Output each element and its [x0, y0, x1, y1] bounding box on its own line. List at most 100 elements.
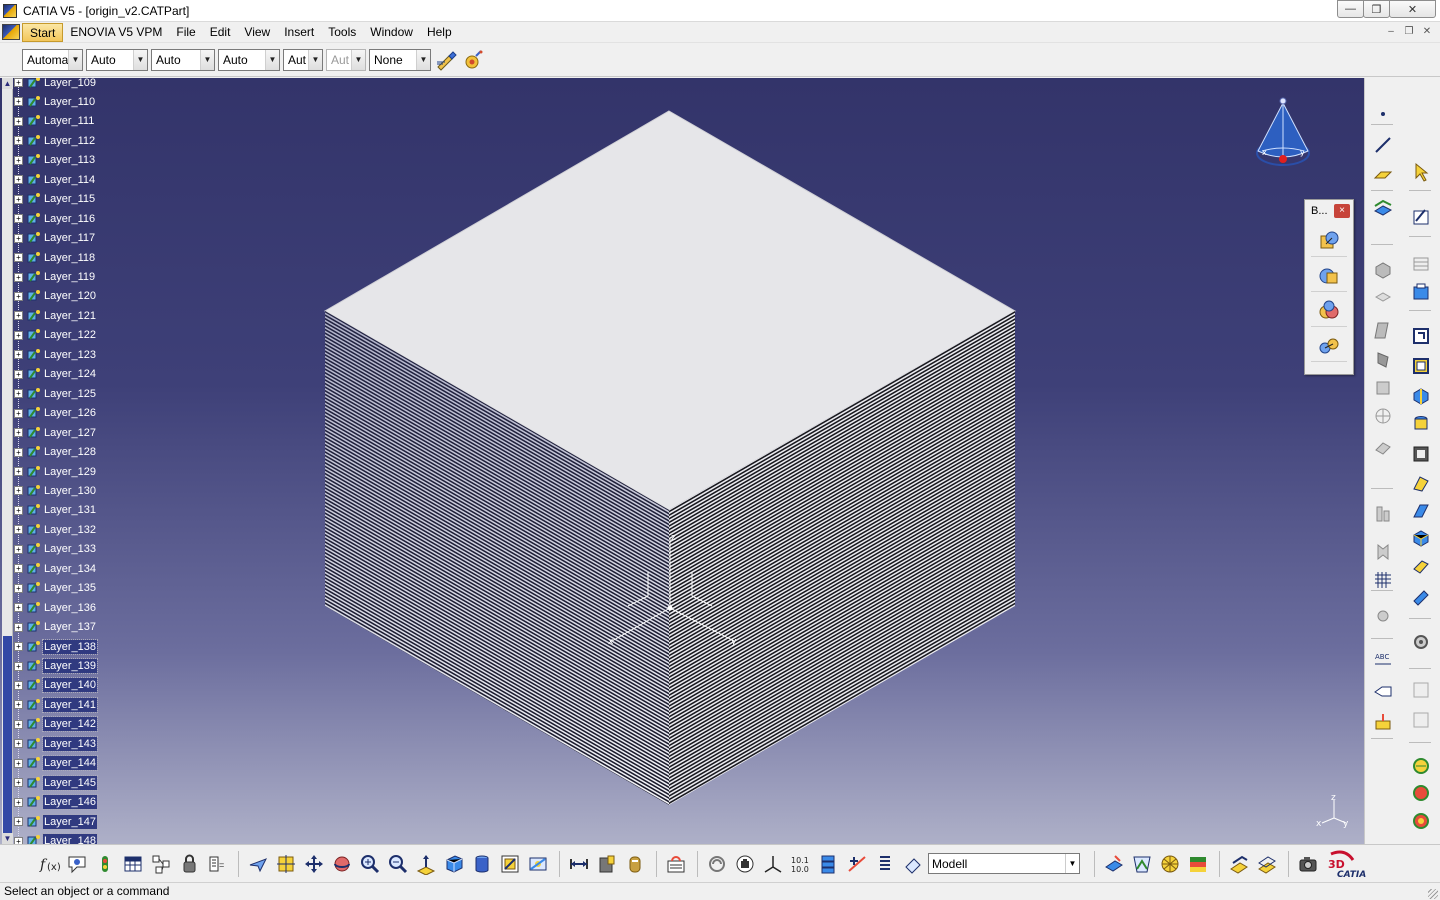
stack-layers-icon[interactable]	[816, 851, 842, 877]
tree-scrollbar[interactable]: ▲ ▼	[2, 78, 13, 844]
line-type-combo[interactable]: Auto ▼	[218, 48, 280, 71]
expand-icon[interactable]: +	[14, 369, 23, 379]
layer-combo[interactable]: None ▼	[369, 48, 431, 71]
tree-item-layer[interactable]: + Layer_126	[14, 404, 97, 423]
expand-icon[interactable]: +	[14, 797, 23, 807]
split-icon[interactable]	[1409, 498, 1433, 522]
doc-restore-button[interactable]: ❐	[1400, 24, 1418, 39]
tree-item-layer[interactable]: + Layer_137	[14, 618, 97, 637]
catia-start-icon[interactable]	[2, 24, 20, 40]
eraser-icon[interactable]	[900, 851, 926, 877]
tree-item-layer[interactable]: + Layer_135	[14, 579, 97, 598]
floating-toolbar-close-icon[interactable]: ×	[1334, 204, 1350, 218]
tree-item-layer[interactable]: + Layer_124	[14, 365, 97, 384]
design-table-icon[interactable]	[120, 851, 146, 877]
tree-item-layer[interactable]: + Layer_133	[14, 540, 97, 559]
grab-hand-icon[interactable]	[732, 851, 758, 877]
expand-icon[interactable]: +	[14, 330, 23, 340]
shading-icon[interactable]	[469, 851, 495, 877]
expand-icon[interactable]: +	[14, 817, 23, 827]
floating-toolbar-header[interactable]: B... ×	[1305, 200, 1353, 222]
scroll-up-icon[interactable]: ▲	[2, 78, 13, 89]
rib-icon[interactable]	[1371, 404, 1395, 428]
compass-icon[interactable]: x y	[1250, 95, 1316, 180]
measure-inertia-icon[interactable]	[622, 851, 648, 877]
resize-grip-icon[interactable]	[1428, 889, 1438, 899]
boolean-assemble-icon[interactable]	[1409, 678, 1433, 702]
expand-icon[interactable]: +	[14, 389, 23, 399]
scroll-down-icon[interactable]: ▼	[2, 833, 13, 844]
tree-item-layer[interactable]: + Layer_114	[14, 170, 96, 189]
formula-icon[interactable]: f (x)	[36, 851, 62, 877]
tree-item-layer[interactable]: + Layer_146	[14, 793, 98, 812]
rendering-style-combo[interactable]: Aut ▼	[326, 48, 366, 71]
expand-icon[interactable]: +	[14, 603, 23, 613]
remove-face-icon[interactable]	[1409, 442, 1433, 466]
close-surface-icon[interactable]	[1409, 584, 1433, 608]
expand-icon[interactable]: +	[14, 428, 23, 438]
swap-visible-space-icon[interactable]	[525, 851, 551, 877]
expand-icon[interactable]: +	[14, 622, 23, 632]
material-mixed-icon[interactable]	[1409, 808, 1433, 832]
expand-icon[interactable]: +	[14, 564, 23, 574]
sketcher-icon[interactable]	[1409, 204, 1433, 228]
parameters-icon[interactable]: =	[204, 851, 230, 877]
expand-icon[interactable]: +	[14, 836, 23, 844]
scene-icon[interactable]	[1226, 851, 1252, 877]
thread-icon[interactable]	[1409, 412, 1433, 436]
expand-icon[interactable]: +	[14, 155, 23, 165]
tree-item-layer[interactable]: + Layer_143	[14, 734, 98, 753]
expand-icon[interactable]: +	[14, 447, 23, 457]
expand-icon[interactable]: +	[14, 175, 23, 185]
pocket-icon[interactable]	[1371, 288, 1395, 312]
tree-item-layer[interactable]: + Layer_139	[14, 657, 98, 676]
pattern-icon[interactable]	[1371, 568, 1395, 592]
tree-item-layer[interactable]: + Layer_119	[14, 268, 96, 287]
expand-icon[interactable]: +	[14, 350, 23, 360]
tree-item-layer[interactable]: + Layer_123	[14, 345, 97, 364]
expand-icon[interactable]: +	[14, 97, 23, 107]
parameters-gear-icon[interactable]	[1409, 630, 1433, 654]
remove-body-icon[interactable]	[1311, 295, 1347, 327]
boolean-intersect-icon[interactable]	[1409, 708, 1433, 732]
expand-icon[interactable]: +	[14, 272, 23, 282]
expand-icon[interactable]: +	[14, 700, 23, 710]
tree-item-layer[interactable]: + Layer_112	[14, 131, 96, 150]
expand-icon[interactable]: +	[14, 778, 23, 788]
expand-icon[interactable]: +	[14, 680, 23, 690]
scaling-icon[interactable]	[1371, 604, 1395, 628]
tree-item-layer[interactable]: + Layer_140	[14, 676, 98, 695]
minimize-button[interactable]: —	[1337, 0, 1364, 18]
point-icon[interactable]	[1371, 102, 1395, 126]
expand-icon[interactable]: +	[14, 311, 23, 321]
tree-item-layer[interactable]: + Layer_128	[14, 443, 97, 462]
measure-between-icon[interactable]	[566, 851, 592, 877]
select-arrow-icon[interactable]	[1409, 160, 1433, 184]
apply-material-icon[interactable]	[1101, 851, 1127, 877]
render-style-select[interactable]: Modell ▼	[928, 853, 1080, 874]
line-icon[interactable]	[1371, 133, 1395, 157]
fit-all-in-icon[interactable]	[273, 851, 299, 877]
normal-view-icon[interactable]	[413, 851, 439, 877]
expand-icon[interactable]: +	[14, 544, 23, 554]
color-combo[interactable]: Automa ▼	[22, 48, 83, 71]
rotate-icon[interactable]	[329, 851, 355, 877]
pad-icon[interactable]	[1371, 258, 1395, 282]
menu-file[interactable]: File	[169, 23, 202, 42]
rectangle-pattern-icon[interactable]	[1409, 280, 1433, 304]
specification-tree[interactable]: ▲ ▼ + Layer_109 + Layer_110 + Layer_111 + Layer…	[0, 78, 120, 844]
draft-angle-icon[interactable]	[1409, 470, 1433, 494]
annotation-text-icon[interactable]: ABC	[1371, 648, 1395, 672]
tree-item-layer[interactable]: + Layer_120	[14, 287, 97, 306]
constraints-icon[interactable]	[844, 851, 870, 877]
rule-icon[interactable]	[92, 851, 118, 877]
expand-icon[interactable]: +	[14, 78, 23, 87]
transparency-combo[interactable]: Auto ▼	[86, 48, 148, 71]
publication-icon[interactable]	[176, 851, 202, 877]
dimension-value-icon[interactable]: 10.1 10.0	[788, 851, 814, 877]
drafted-fillet-icon[interactable]	[1409, 324, 1433, 348]
mirror-icon[interactable]	[1371, 540, 1395, 564]
tree-item-layer[interactable]: + Layer_130	[14, 481, 97, 500]
edit-material-icon[interactable]	[1129, 851, 1155, 877]
tree-item-layer[interactable]: + Layer_109	[14, 78, 97, 92]
